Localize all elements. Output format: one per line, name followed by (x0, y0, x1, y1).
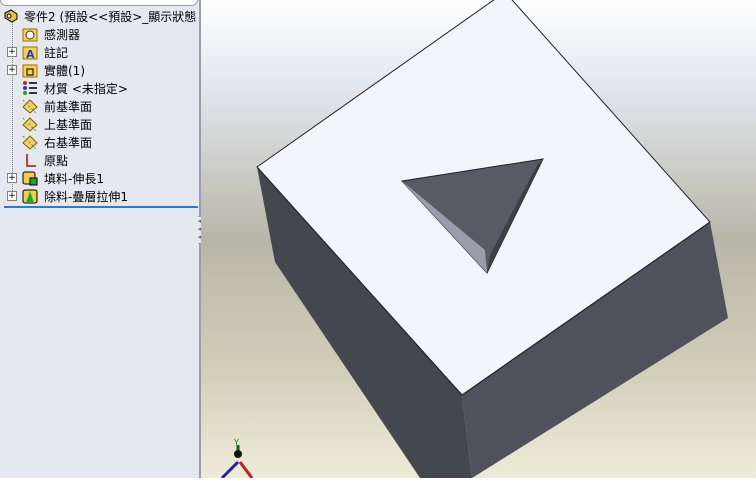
tree-item-label: 實體(1) (44, 63, 85, 78)
sensor-folder-icon (22, 28, 38, 42)
expand-icon[interactable]: + (7, 47, 17, 57)
cut-loft-icon (22, 189, 38, 204)
tree-item-label: 註記 (44, 45, 69, 60)
model-view: Y (220, 0, 728, 480)
tree-item-label: 除料-疊層拉伸1 (44, 189, 128, 204)
tree-item[interactable]: 感測器 (0, 25, 200, 43)
expand-icon[interactable]: + (7, 173, 17, 183)
tree-item-label: 填料-伸長1 (44, 171, 104, 186)
triad-y-label: Y (233, 438, 239, 447)
tree-item[interactable]: 材質 <未指定> (0, 79, 200, 97)
tree-item[interactable]: + 實體(1) (0, 61, 200, 79)
expand-icon[interactable]: + (7, 65, 17, 75)
origin-icon (26, 154, 36, 167)
tree-item-label: 原點 (44, 153, 69, 168)
reference-triad: Y (220, 438, 254, 480)
tree-item[interactable]: 原點 (0, 151, 200, 169)
tree-item-label: 上基準面 (44, 117, 93, 132)
svg-text:A: A (26, 48, 35, 60)
tree-item-label: 右基準面 (44, 135, 93, 150)
part-icon (4, 9, 18, 23)
solid-bodies-folder-icon (22, 64, 38, 78)
material-icon (23, 81, 37, 95)
plane-icon (22, 135, 38, 150)
tree-item-label: 材質 <未指定> (44, 81, 128, 96)
tree-item[interactable]: + 除料-疊層拉伸1 (0, 187, 200, 205)
tree-item[interactable]: 前基準面 (0, 97, 200, 115)
tree-item-label: 前基準面 (44, 99, 93, 114)
graphics-viewport[interactable]: Y (201, 0, 756, 480)
tree-item[interactable]: + 填料-伸長1 (0, 169, 200, 187)
annotation-folder-icon: A (22, 46, 38, 60)
tree-root-part[interactable]: 零件2 (預設<<預設>_顯示狀態 1> (0, 7, 218, 25)
expand-icon[interactable]: + (7, 191, 17, 201)
extrude-icon (22, 171, 38, 186)
feature-manager-tree: 零件2 (預設<<預設>_顯示狀態 1> 感測器 + A 註記 + 實體(1) 材質 <未指… (0, 0, 218, 478)
tree-item[interactable]: 右基準面 (0, 133, 200, 151)
tree-item[interactable]: + A 註記 (0, 43, 200, 61)
tree-filter-bar[interactable] (0, 0, 198, 6)
tree-item-label: 感測器 (44, 27, 81, 42)
tree-item[interactable]: 上基準面 (0, 115, 200, 133)
rollback-bar[interactable] (4, 206, 198, 208)
plane-icon (22, 117, 38, 132)
plane-icon (22, 99, 38, 114)
tree-root-label: 零件2 (預設<<預設>_顯示狀態 1> (24, 9, 218, 24)
